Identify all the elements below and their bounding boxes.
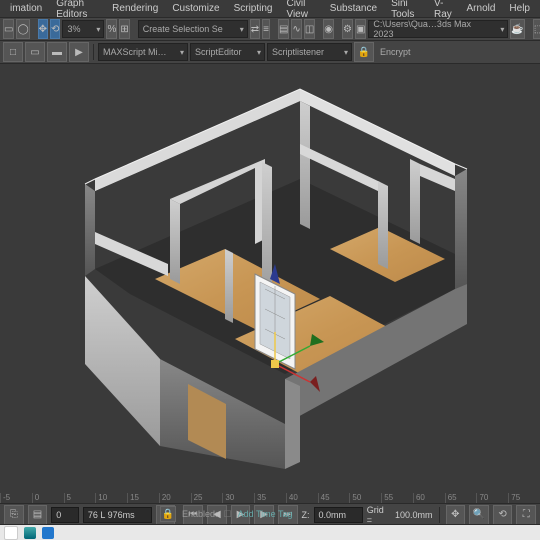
viewport-perspective[interactable] [0,64,540,492]
grid-value: 100.0mm [395,510,433,520]
project-path-combo[interactable]: C:\Users\Qua…3ds Max 2023 [368,20,508,38]
tool-layer-icon[interactable]: ▤ [278,19,289,39]
tool-curve-icon[interactable]: ∿ [291,19,301,39]
encrypt-label[interactable]: Encrypt [376,47,415,57]
nav-zoom-icon[interactable]: 🔍 [469,505,489,525]
percent-combo[interactable]: 3% [62,20,104,38]
tool-ref-icon[interactable]: ⊞ [119,19,129,39]
tool-schematic-icon[interactable]: ◫ [304,19,315,39]
enabled-label: Enabled: [182,509,218,519]
tool-render-setup-icon[interactable]: ⚙ [342,19,353,39]
nav-orbit-icon[interactable]: ⟲ [493,505,513,525]
nav-pan-icon[interactable]: ✥ [446,505,466,525]
nav-max-icon[interactable]: ⛶ [516,505,536,525]
taskbar-app-icon[interactable] [42,527,54,539]
st-new-icon[interactable]: □ [3,42,23,62]
main-menu-bar: imation Graph Editors Rendering Customiz… [0,0,540,18]
separator [93,44,94,60]
st-save-icon[interactable]: ▬ [47,42,67,62]
st-open-icon[interactable]: ▭ [25,42,45,62]
script-combo-1[interactable]: MAXScript Mi… [98,43,188,61]
script-mini-icon[interactable]: ⎘ [4,505,24,525]
menu-customize[interactable]: Customize [166,1,225,16]
st-run-icon[interactable]: ▶ [69,42,89,62]
main-toolbar: ▭ ◯ ✥ ⟲ 3% % ⊞ Create Selection Se ⇄ ≡ ▤… [0,18,540,41]
grid-label: Grid = [367,505,391,525]
menu-animation[interactable]: imation [4,1,48,16]
tool-render-icon[interactable]: ☕ [510,19,524,39]
menu-rendering[interactable]: Rendering [106,1,164,16]
tool-lasso-icon[interactable]: ◯ [16,19,29,39]
tool-rotate-icon[interactable]: ⟲ [50,19,60,39]
script-toolbar: □ ▭ ▬ ▶ MAXScript Mi… ScriptEditor Scrip… [0,41,540,64]
menu-help[interactable]: Help [503,1,536,16]
taskbar-app-icon[interactable] [24,527,36,539]
os-taskbar [0,525,540,540]
lock-icon[interactable]: 🔒 [160,506,176,522]
tool-render-frame-icon[interactable]: ▣ [355,19,366,39]
fps-field: 76 L 976ms [83,507,152,523]
tool-material-icon[interactable]: ◉ [323,19,334,39]
taskbar-app-icon[interactable] [4,526,18,540]
script-combo-2[interactable]: ScriptEditor [190,43,265,61]
frame-field[interactable]: 0 [51,507,79,523]
separator [439,507,440,523]
add-time-tag[interactable]: Add Time Tag [238,509,293,519]
tool-align-icon[interactable]: ≡ [262,19,270,39]
z-label: Z: [302,510,310,520]
tool-select-icon[interactable]: ▭ [3,19,14,39]
selection-set-combo[interactable]: Create Selection Se [138,20,248,38]
listener-icon[interactable]: ▤ [28,505,48,525]
menu-substance[interactable]: Substance [324,1,383,16]
z-field[interactable]: 0.0mm [314,507,363,523]
tool-move-icon[interactable]: ✥ [38,19,48,39]
menu-arnold[interactable]: Arnold [461,1,502,16]
script-combo-3[interactable]: Scriptlistener [267,43,352,61]
tool-a-icon[interactable]: ⬚ [533,19,540,39]
menu-scripting[interactable]: Scripting [228,1,279,16]
tool-scale-icon[interactable]: % [106,19,117,39]
tool-mirror-icon[interactable]: ⇄ [250,19,260,39]
st-lock-icon[interactable]: 🔒 [354,42,374,62]
